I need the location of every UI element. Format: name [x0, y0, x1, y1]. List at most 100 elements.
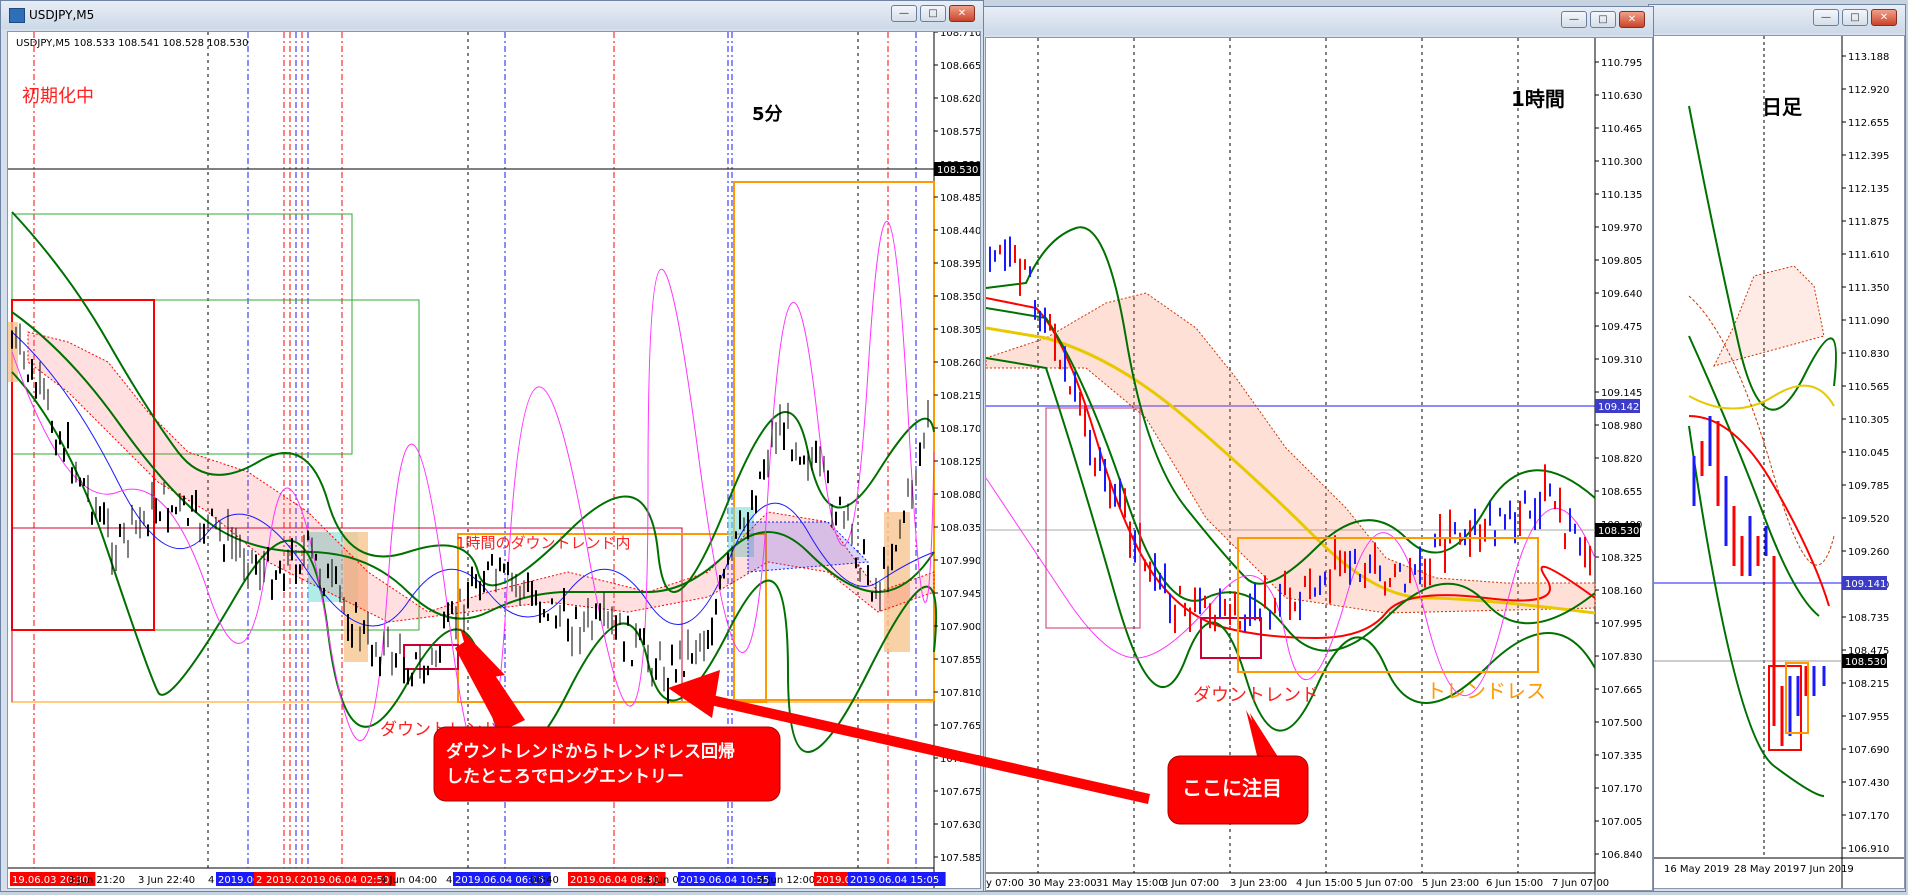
- time-label: 28 May 2019: [1734, 864, 1799, 875]
- downtrend-label: ダウントレンド: [380, 720, 499, 740]
- price-tick-label: 108.820: [1601, 454, 1642, 465]
- price-tick-label: 110.465: [1601, 124, 1642, 135]
- price-tick-label: 108.170: [940, 424, 980, 435]
- time-label: 5 Jun 23:00: [1422, 878, 1479, 889]
- chart-plot[interactable]: 1時間 ダウントレンド トレンドレス 110.795 110.630 110.465…: [985, 37, 1653, 891]
- price-tick-label: 108.080: [940, 490, 980, 501]
- price-tick-label: 107.765: [940, 721, 980, 732]
- price-axis[interactable]: 108.710 108.665 108.620 108.575 108.530 108.4…: [934, 28, 981, 864]
- price-tick-label: 107.335: [1601, 751, 1642, 762]
- price-tick-label: 108.620: [940, 94, 980, 105]
- price-tick-label: 107.955: [1848, 712, 1889, 723]
- time-label: 3 Jun 23:00: [1230, 878, 1287, 889]
- time-label: 16 May 2019: [1664, 864, 1729, 875]
- price-tick-label: 109.640: [1601, 289, 1642, 300]
- price-tick-label: 111.350: [1848, 283, 1889, 294]
- maximize-button[interactable]: □: [1590, 11, 1616, 28]
- time-label: 7 Jun 2019: [1800, 864, 1854, 875]
- minimize-button[interactable]: —: [1813, 9, 1839, 26]
- price-tick-label: 107.630: [940, 820, 980, 831]
- price-axis[interactable]: 113.188 112.920 112.655 112.395 112.135 111.8…: [1842, 52, 1889, 855]
- time-label: 4 Jun 15:00: [1296, 878, 1353, 889]
- titlebar[interactable]: USDJPY,M5 — □ ✕: [1, 1, 983, 29]
- time-label: 31 May 15:00: [1096, 878, 1165, 889]
- price-tick-label: 109.260: [1848, 547, 1889, 558]
- time-label: y 07:00: [986, 878, 1024, 889]
- chart-window-1h[interactable]: — □ ✕ 1時間 ダウントレンド トレンドレス 110.795 110.630…: [980, 6, 1654, 892]
- price-tick-label: 109.475: [1601, 322, 1642, 333]
- price-tick-label: 107.665: [1601, 685, 1642, 696]
- price-tick-label: 107.995: [1601, 619, 1642, 630]
- price-tick-label: 112.655: [1848, 118, 1889, 129]
- minimize-button[interactable]: —: [1561, 11, 1587, 28]
- price-tick-label: 107.830: [1601, 652, 1642, 663]
- price-tick-label: 108.655: [1601, 487, 1642, 498]
- price-tick-label: 108.260: [940, 358, 980, 369]
- price-tick-label: 106.840: [1601, 850, 1642, 861]
- price-tick-label: 112.920: [1848, 85, 1889, 96]
- price-tick-label: 107.900: [940, 622, 980, 633]
- price-tick-label: 107.690: [1848, 745, 1889, 756]
- price-tick-label: 109.970: [1601, 223, 1642, 234]
- current-price-label: 108.530: [937, 165, 978, 176]
- time-label: 4 Jun 04:00: [380, 875, 437, 886]
- price-tick-label: 110.795: [1601, 58, 1642, 69]
- price-tick-label: 110.045: [1848, 448, 1889, 459]
- price-tick-label: 108.735: [1848, 613, 1889, 624]
- price-tick-label: 107.990: [940, 556, 980, 567]
- price-tick-label: 109.520: [1848, 514, 1889, 525]
- price-tick-label: 108.215: [940, 391, 980, 402]
- level-price-label: 109.142: [1598, 402, 1639, 413]
- chart-plot[interactable]: 初期化中 USDJPY,M5 108.533 108.541 108.528 1…: [7, 28, 981, 889]
- price-tick-label: 107.810: [940, 688, 980, 699]
- titlebar[interactable]: — □ ✕: [981, 7, 1653, 35]
- timeframe-label: 1時間: [1511, 87, 1565, 111]
- price-tick-label: 108.215: [1848, 679, 1889, 690]
- price-tick-label: 110.565: [1848, 382, 1889, 393]
- chart-window-daily[interactable]: — □ ✕ 113.188 112.920 112.655 112.395 11…: [1648, 4, 1906, 892]
- chart-plot[interactable]: 113.188 112.920 112.655 112.395 112.135 111.8…: [1653, 35, 1905, 889]
- price-tick-label: 109.145: [1601, 388, 1642, 399]
- price-tick-label: 108.980: [1601, 421, 1642, 432]
- info-line: USDJPY,M5 108.533 108.541 108.528 108.53…: [16, 38, 249, 49]
- time-label: 5 Jun 07:00: [1356, 878, 1413, 889]
- price-tick-label: 107.430: [1848, 778, 1889, 789]
- price-axis[interactable]: 110.795 110.630 110.465 110.300 110.135 109.9…: [1595, 58, 1642, 861]
- close-button[interactable]: ✕: [949, 5, 975, 22]
- close-button[interactable]: ✕: [1871, 9, 1897, 26]
- price-tick-label: 110.300: [1601, 157, 1642, 168]
- price-tick-label: 109.785: [1848, 481, 1889, 492]
- price-tick-label: 108.325: [1601, 553, 1642, 564]
- titlebar[interactable]: — □ ✕: [1649, 5, 1905, 33]
- current-price-label: 108.530: [1598, 526, 1639, 537]
- timeframe-label: 日足: [1762, 95, 1803, 119]
- time-label: 2019.06.04 10:55: [680, 875, 769, 886]
- price-tick-label: 110.830: [1848, 349, 1889, 360]
- daily-chart: 113.188 112.920 112.655 112.395 112.135 111.8…: [1654, 36, 1904, 888]
- time-label: 3 Jun 21:20: [68, 875, 125, 886]
- chart-window-5m[interactable]: USDJPY,M5 — □ ✕ 初期化中 USDJPY,M5 108.533 1…: [0, 0, 984, 892]
- time-axis[interactable]: 19.06.03 20:303 Jun 21:20 3 Jun 22:40 4 201…: [10, 872, 946, 886]
- price-tick-label: 108.440: [940, 226, 980, 237]
- price-tick-label: 108.125: [940, 457, 980, 468]
- close-button[interactable]: ✕: [1619, 11, 1645, 28]
- time-label: 2: [256, 875, 262, 886]
- hourly-chart: 1時間 ダウントレンド トレンドレス 110.795 110.630 110.465…: [985, 38, 1642, 890]
- maximize-button[interactable]: □: [1842, 9, 1868, 26]
- time-label: 6 Jun 15:00: [1486, 878, 1543, 889]
- price-tick-label: 111.090: [1848, 316, 1889, 327]
- time-axis[interactable]: 16 May 2019 28 May 2019 7 Jun 2019: [1664, 864, 1854, 875]
- price-tick-label: 107.720: [940, 754, 980, 765]
- maximize-button[interactable]: □: [920, 5, 946, 22]
- price-tick-label: 108.160: [1601, 586, 1642, 597]
- time-label: 3 Jun 22:40: [138, 875, 195, 886]
- minimize-button[interactable]: —: [891, 5, 917, 22]
- window-title: USDJPY,M5: [29, 8, 95, 22]
- price-tick-label: 112.395: [1848, 151, 1889, 162]
- time-label: 3 Jun 07:00: [1162, 878, 1219, 889]
- price-tick-label: 107.945: [940, 589, 980, 600]
- time-axis[interactable]: y 07:00 30 May 23:00 31 May 15:003 Jun 07:…: [986, 878, 1609, 889]
- current-price-label: 108.530: [1845, 657, 1886, 668]
- time-label: 2019.06.04 15:05: [850, 875, 939, 886]
- time-label: 4 Jun 12:00: [758, 875, 815, 886]
